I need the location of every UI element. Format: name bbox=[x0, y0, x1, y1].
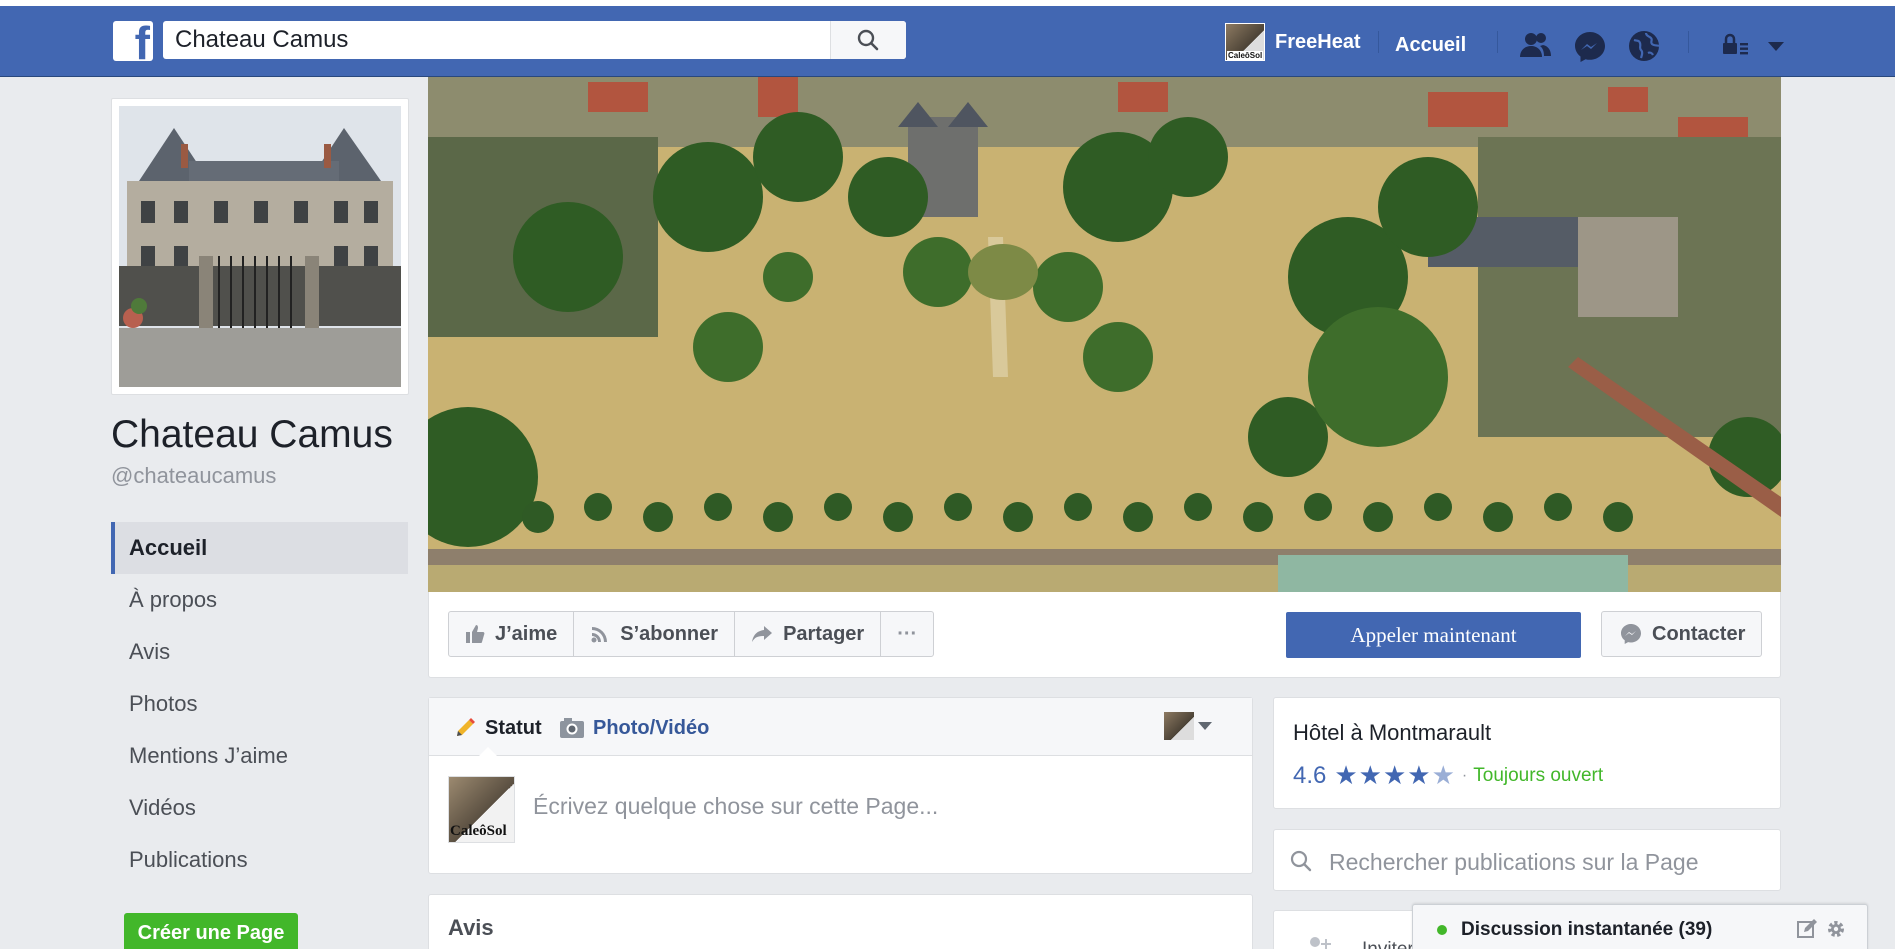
post-as-chevron-down-icon[interactable] bbox=[1198, 722, 1212, 732]
facebook-logo-icon[interactable]: f bbox=[113, 21, 153, 61]
rating-stars-full: ★★★★ bbox=[1334, 760, 1432, 790]
aerial-chateau-illustration bbox=[428, 77, 1781, 592]
privacy-shortcuts-icon[interactable] bbox=[1720, 28, 1756, 64]
page-avatar: CaleôSol bbox=[448, 776, 515, 843]
tab-photo-video-label: Photo/Vidéo bbox=[593, 716, 710, 739]
search-icon bbox=[857, 29, 879, 51]
sidebar-item-mentions-jaime[interactable]: Mentions J’aime bbox=[111, 730, 408, 782]
contact-label: Contacter bbox=[1652, 622, 1746, 645]
home-link[interactable]: Accueil bbox=[1395, 34, 1466, 57]
avatar-badge-text: CaleôSol bbox=[1227, 51, 1264, 60]
search-icon bbox=[1290, 850, 1312, 872]
reviews-card: Avis bbox=[428, 894, 1253, 949]
search-box bbox=[163, 21, 906, 59]
rating-value[interactable]: 4.6 bbox=[1293, 762, 1326, 790]
sidebar-item-videos[interactable]: Vidéos bbox=[111, 782, 408, 834]
top-navigation-bar: f CaleôSol FreeHeat Accueil bbox=[0, 6, 1895, 77]
page-post-search[interactable]: Rechercher publications sur la Page bbox=[1273, 829, 1781, 891]
tab-photo-video[interactable]: Photo/Vidéo bbox=[559, 716, 709, 740]
rating-star-partial: ★ bbox=[1431, 760, 1456, 790]
account-menu-chevron-down-icon[interactable] bbox=[1758, 28, 1794, 64]
camera-icon bbox=[560, 718, 584, 738]
composer-body: CaleôSol Écrivez quelque chose sur cette… bbox=[429, 756, 1252, 874]
more-options-button[interactable]: ··· bbox=[881, 612, 933, 656]
messenger-icon[interactable] bbox=[1572, 28, 1608, 64]
sidebar-item-accueil[interactable]: Accueil bbox=[111, 522, 408, 574]
page-title: Chateau Camus bbox=[111, 413, 393, 456]
chat-sidebar-tab[interactable]: Discussion instantanée (39) bbox=[1412, 904, 1868, 949]
opening-status: Toujours ouvert bbox=[1473, 764, 1604, 786]
notifications-globe-icon[interactable] bbox=[1626, 28, 1662, 64]
tab-status-label: Statut bbox=[485, 716, 542, 739]
tab-status[interactable]: Statut bbox=[453, 716, 542, 740]
post-as-avatar[interactable] bbox=[1164, 712, 1194, 740]
contact-button[interactable]: Contacter bbox=[1601, 611, 1762, 657]
online-status-dot bbox=[1437, 925, 1447, 935]
thumbs-up-icon bbox=[466, 625, 485, 643]
rating-stars[interactable]: ★★★★★ bbox=[1334, 760, 1456, 791]
sidebar-item-photos[interactable]: Photos bbox=[111, 678, 408, 730]
page-category[interactable]: Hôtel à Montmarault bbox=[1293, 720, 1491, 746]
chateau-illustration bbox=[119, 106, 401, 387]
page-actions-bar: J’aime S’abonner Partager ··· Appeler ma… bbox=[428, 592, 1781, 678]
friend-requests-icon[interactable] bbox=[1517, 28, 1553, 64]
header-divider bbox=[1378, 31, 1379, 53]
post-composer: Statut Photo/Vidéo CaleôSol Écrivez quel… bbox=[428, 697, 1253, 874]
share-label: Partager bbox=[783, 622, 865, 645]
like-label: J’aime bbox=[495, 622, 558, 645]
rss-follow-icon bbox=[591, 627, 608, 643]
composer-tabs: Statut Photo/Vidéo bbox=[429, 698, 1252, 756]
avatar-badge-text: CaleôSol bbox=[450, 823, 507, 839]
rating-row: 4.6 ★★★★★ · Toujours ouvert bbox=[1293, 760, 1603, 791]
new-message-icon[interactable] bbox=[1796, 918, 1818, 940]
sidebar-item-a-propos[interactable]: À propos bbox=[111, 574, 408, 626]
sidebar-item-publications[interactable]: Publications bbox=[111, 834, 408, 886]
profile-link[interactable]: CaleôSol FreeHeat bbox=[1225, 22, 1361, 62]
invite-label: Inviter bbox=[1362, 939, 1414, 949]
profile-name: FreeHeat bbox=[1275, 30, 1361, 53]
search-button[interactable] bbox=[830, 21, 906, 59]
reviews-heading: Avis bbox=[448, 915, 494, 940]
search-input[interactable] bbox=[175, 21, 815, 59]
page-info-card: Hôtel à Montmarault 4.6 ★★★★★ · Toujours… bbox=[1273, 697, 1781, 809]
page-username[interactable]: @chateaucamus bbox=[111, 463, 276, 489]
messenger-icon bbox=[1621, 624, 1641, 644]
add-friend-icon bbox=[1310, 937, 1331, 949]
separator-dot: · bbox=[1461, 766, 1468, 784]
page-sidebar-nav: Accueil À propos Avis Photos Mentions J’… bbox=[111, 522, 408, 886]
active-tab-notch bbox=[479, 747, 497, 756]
page-post-search-placeholder: Rechercher publications sur la Page bbox=[1329, 849, 1699, 875]
share-arrow-icon bbox=[752, 626, 773, 642]
gear-icon[interactable] bbox=[1825, 918, 1847, 940]
share-button[interactable]: Partager bbox=[735, 612, 882, 656]
follow-label: S’abonner bbox=[620, 622, 719, 645]
header-divider bbox=[1688, 31, 1689, 53]
call-now-button[interactable]: Appeler maintenant bbox=[1286, 612, 1581, 658]
pencil-icon bbox=[457, 718, 475, 736]
more-options-icon: ··· bbox=[897, 622, 918, 645]
follow-button[interactable]: S’abonner bbox=[574, 612, 736, 656]
like-button[interactable]: J’aime bbox=[449, 612, 575, 656]
header-divider bbox=[1497, 31, 1498, 53]
profile-picture[interactable] bbox=[111, 98, 409, 395]
chateau-photo bbox=[119, 106, 401, 387]
profile-avatar: CaleôSol bbox=[1225, 23, 1265, 61]
composer-input[interactable]: Écrivez quelque chose sur cette Page... bbox=[533, 793, 938, 820]
page-actions-group: J’aime S’abonner Partager ··· bbox=[448, 611, 935, 657]
chat-label: Discussion instantanée (39) bbox=[1461, 919, 1713, 940]
sidebar-item-avis[interactable]: Avis bbox=[111, 626, 408, 678]
create-page-button[interactable]: Créer une Page bbox=[124, 913, 298, 949]
cover-photo[interactable] bbox=[428, 77, 1781, 592]
